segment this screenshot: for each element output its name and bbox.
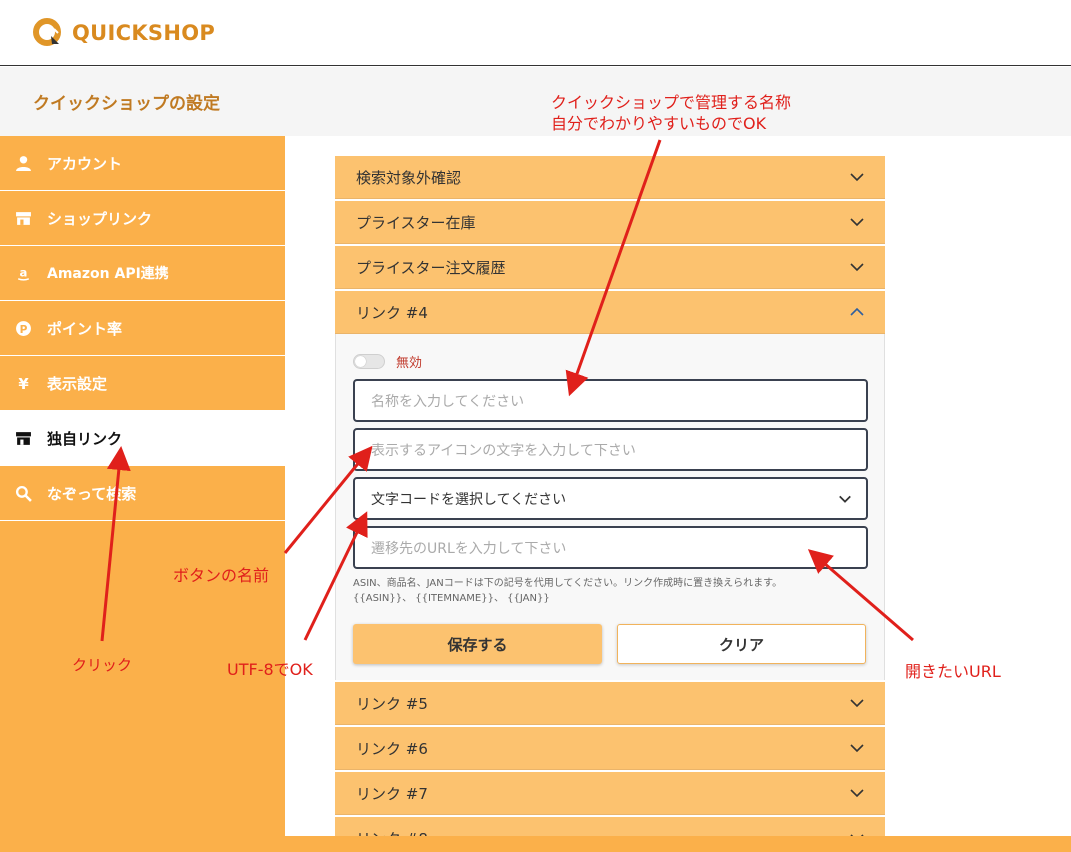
url-input-placeholder: 遷移先のURLを入力して下さい — [371, 540, 567, 557]
accordion-title: プライスター注文履歴 — [356, 258, 506, 277]
save-button[interactable]: 保存する — [353, 624, 602, 664]
accordion-header[interactable]: リンク #7 — [335, 772, 885, 815]
chevron-down-icon — [850, 699, 864, 708]
sidebar: アカウント ショップリンク a Amazon API連携 P ポイント率 ¥ 表… — [0, 136, 285, 836]
name-input[interactable]: 名称を入力してください — [353, 379, 868, 422]
accordion-title: リンク #8 — [356, 828, 428, 837]
link-accordion: 検索対象外確認 プライスター在庫 プライスター注文履歴 リンク #4 無効 名称… — [335, 156, 885, 836]
accordion-title: リンク #6 — [356, 739, 428, 758]
sidebar-item-label: ショップリンク — [47, 209, 153, 228]
annotation-line: クイックショップで管理する名称 — [551, 93, 792, 112]
help-line: {{ASIN}}、 {{ITEMNAME}}、 {{JAN}} — [353, 593, 550, 604]
sidebar-item-trace-search[interactable]: なぞって検索 — [0, 466, 285, 521]
toggle-status-label: 無効 — [396, 356, 423, 371]
page-title: クイックショップの設定 — [33, 94, 220, 114]
chevron-down-icon — [839, 495, 851, 503]
sidebar-item-display-settings[interactable]: ¥ 表示設定 — [0, 356, 285, 411]
link-4-form: 無効 名称を入力してください 表示するアイコンの文字を入力して下さい 文字コード… — [335, 334, 885, 680]
quickshop-logo-icon — [32, 17, 64, 49]
sidebar-item-label: Amazon API連携 — [47, 266, 169, 282]
clear-button[interactable]: クリア — [617, 624, 866, 664]
store-icon — [13, 428, 33, 448]
chevron-down-icon — [850, 744, 864, 753]
sidebar-item-amazon-api[interactable]: a Amazon API連携 — [0, 246, 285, 301]
chevron-up-icon — [850, 307, 864, 316]
sidebar-item-label: 独自リンク — [47, 429, 123, 448]
enable-toggle[interactable] — [353, 354, 385, 369]
store-icon — [13, 208, 33, 228]
enable-toggle-row: 無効 — [353, 352, 422, 371]
accordion-header[interactable]: 検索対象外確認 — [335, 156, 885, 199]
accordion-title: リンク #4 — [356, 303, 428, 322]
top-header: QUICKSHOP — [0, 0, 1071, 66]
accordion-title: 検索対象外確認 — [356, 168, 462, 187]
amazon-icon: a — [13, 263, 33, 283]
chevron-down-icon — [850, 173, 864, 182]
url-input[interactable]: 遷移先のURLを入力して下さい — [353, 526, 868, 569]
icon-text-input[interactable]: 表示するアイコンの文字を入力して下さい — [353, 428, 868, 471]
accordion-header[interactable]: リンク #6 — [335, 727, 885, 770]
accordion-header[interactable]: リンク #5 — [335, 682, 885, 725]
accordion-header-open[interactable]: リンク #4 — [335, 291, 885, 334]
placeholder-help-text: ASIN、商品名、JANコードは下の記号を代用してください。リンク作成時に置き換… — [353, 576, 873, 606]
charset-select[interactable]: 文字コードを選択してください — [353, 477, 868, 520]
person-icon — [13, 153, 33, 173]
accordion-title: プライスター在庫 — [356, 213, 476, 232]
sidebar-item-shop-link[interactable]: ショップリンク — [0, 191, 285, 246]
annotation-line: 自分でわかりやすいものでOK — [551, 114, 767, 133]
logo-text[interactable]: QUICKSHOP — [72, 21, 215, 45]
annotation-click: クリック — [72, 656, 133, 674]
accordion-header[interactable]: リンク #8 — [335, 817, 885, 836]
sidebar-item-label: なぞって検索 — [47, 484, 137, 503]
points-icon: P — [13, 318, 33, 338]
footer-bar — [0, 836, 1071, 852]
help-line: ASIN、商品名、JANコードは下の記号を代用してください。リンク作成時に置き換… — [353, 578, 783, 589]
chevron-down-icon — [850, 218, 864, 227]
name-input-placeholder: 名称を入力してください — [371, 393, 525, 410]
accordion-title: リンク #5 — [356, 694, 428, 713]
accordion-header[interactable]: プライスター注文履歴 — [335, 246, 885, 289]
svg-text:¥: ¥ — [18, 375, 29, 392]
sidebar-item-label: ポイント率 — [47, 319, 123, 338]
sidebar-item-custom-link[interactable]: 独自リンク — [0, 411, 285, 466]
annotation-url: 開きたいURL — [905, 662, 1001, 681]
sidebar-item-points[interactable]: P ポイント率 — [0, 301, 285, 356]
annotation-name-note: クイックショップで管理する名称 自分でわかりやすいものでOK — [551, 92, 791, 134]
svg-text:P: P — [19, 322, 27, 335]
sidebar-item-label: 表示設定 — [47, 374, 108, 393]
icon-text-input-placeholder: 表示するアイコンの文字を入力して下さい — [371, 442, 636, 459]
sidebar-item-label: アカウント — [47, 154, 123, 173]
svg-text:a: a — [19, 265, 27, 279]
annotation-charset: UTF-8でOK — [227, 660, 313, 679]
chevron-down-icon — [850, 789, 864, 798]
accordion-header[interactable]: プライスター在庫 — [335, 201, 885, 244]
sidebar-item-account[interactable]: アカウント — [0, 136, 285, 191]
settings-title-bar: クイックショップの設定 — [0, 67, 1071, 136]
accordion-title: リンク #7 — [356, 784, 428, 803]
search-icon — [13, 483, 33, 503]
charset-select-value: 文字コードを選択してください — [371, 491, 567, 508]
annotation-button-name: ボタンの名前 — [173, 566, 270, 585]
yen-icon: ¥ — [13, 373, 33, 393]
chevron-down-icon — [850, 263, 864, 272]
app-root: QUICKSHOP クイックショップの設定 アカウント ショップリンク a Am… — [0, 0, 1071, 852]
